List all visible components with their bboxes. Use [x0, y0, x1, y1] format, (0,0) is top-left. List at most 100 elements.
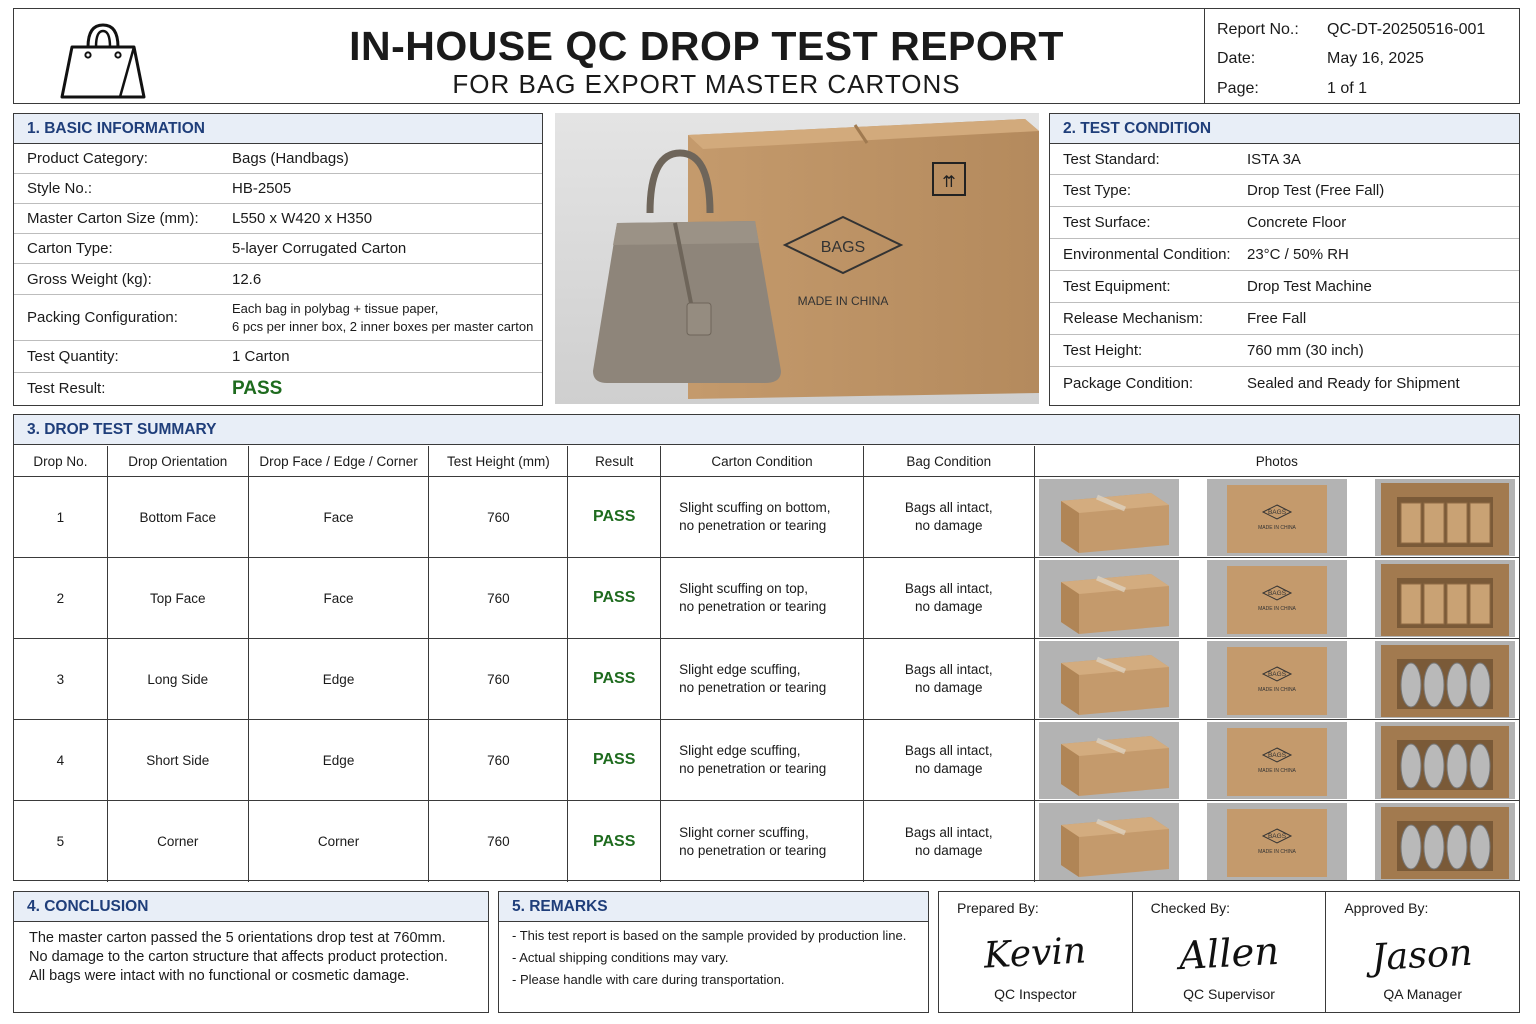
table-body: 1 Bottom Face Face 760 PASS Slight scuffing o…: [14, 477, 1519, 882]
open-carton-photo: [1374, 559, 1515, 637]
carton-photo: [1038, 478, 1179, 556]
carton-photo: BAGS MADE IN CHINA: [1206, 803, 1347, 880]
open-carton-photo: [1374, 803, 1515, 880]
kv-row: Environmental Condition: 23°C / 50% RH: [1050, 239, 1519, 271]
table-header-row: Drop No. Drop Orientation Drop Face / Ed…: [14, 446, 1519, 477]
open-carton-photo: [1374, 478, 1515, 556]
test-condition-section: 2. TEST CONDITION Test Standard: ISTA 3A …: [1049, 113, 1520, 406]
meta-page: Page: 1 of 1: [1217, 79, 1368, 97]
column-header: Result: [568, 446, 662, 476]
table-row: 2 Top Face Face 760 PASS Slight scuffing on t…: [14, 558, 1519, 639]
carton-photo: BAGS MADE IN CHINA: [1206, 559, 1347, 637]
drop-type-cell: Edge: [249, 720, 430, 800]
signature-prepared: Prepared By: Kevin QC Inspector: [939, 892, 1133, 1012]
report-header: IN-HOUSE QC DROP TEST REPORT FOR BAG EXP…: [13, 8, 1520, 104]
column-header: Photos: [1255, 453, 1298, 469]
bag-condition-cell: Bags all intact, no damage: [864, 720, 1035, 800]
test-result-badge: PASS: [232, 377, 283, 399]
result-cell: PASS: [568, 558, 662, 638]
conclusion-text: The master carton passed the 5 orientati…: [29, 930, 448, 984]
kv-row: Test Surface: Concrete Floor: [1050, 207, 1519, 239]
table-row: 3 Long Side Edge 760 PASS Slight edge scuffin…: [14, 639, 1519, 720]
carton-photo: BAGS MADE IN CHINA: [1206, 721, 1347, 799]
height-cell: 760: [429, 477, 569, 557]
kv-row: Carton Type: 5-layer Corrugated Carton: [14, 234, 542, 264]
section-heading: 5. REMARKS: [499, 892, 928, 922]
svg-text:BAGS: BAGS: [1268, 590, 1287, 597]
open-carton-photo: [1374, 721, 1515, 799]
bag-condition-cell: Bags all intact, no damage: [864, 558, 1035, 638]
orientation-cell: Top Face: [108, 558, 249, 638]
meta-report-no: Report No.: QC-DT-20250516-001: [1217, 20, 1486, 38]
column-header: Bag Condition: [864, 446, 1035, 476]
svg-text:BAGS: BAGS: [1268, 509, 1287, 516]
section-heading: 2. TEST CONDITION: [1050, 114, 1519, 144]
svg-text:⇈: ⇈: [942, 172, 955, 191]
svg-text:MADE IN CHINA: MADE IN CHINA: [1258, 606, 1296, 612]
remark-item: - Actual shipping conditions may vary.: [512, 950, 729, 965]
orientation-cell: Bottom Face: [108, 477, 249, 557]
kv-row: Release Mechanism: Free Fall: [1050, 303, 1519, 335]
section-heading: 1. BASIC INFORMATION: [14, 114, 542, 144]
photos-cell: BAGS MADE IN CHINA: [1035, 477, 1519, 557]
svg-text:MADE IN CHINA: MADE IN CHINA: [1258, 525, 1296, 531]
kv-row: Packing Configuration: Each bag in polyba…: [14, 295, 542, 341]
remark-item: - Please handle with care during transpo…: [512, 972, 785, 987]
height-cell: 760: [429, 639, 569, 719]
svg-text:BAGS: BAGS: [1268, 752, 1287, 759]
carton-condition-cell: Slight scuffing on top, no penetration or…: [661, 558, 864, 638]
bag-condition-cell: Bags all intact, no damage: [864, 801, 1035, 882]
drop-type-cell: Face: [249, 477, 430, 557]
result-cell: PASS: [568, 477, 662, 557]
drop-type-cell: Face: [249, 558, 430, 638]
drop-test-table: Drop No. Drop Orientation Drop Face / Ed…: [14, 446, 1519, 882]
drop-no-cell: 1: [14, 477, 108, 557]
column-header: Test Height (mm): [429, 446, 569, 476]
photos-cell: BAGS MADE IN CHINA: [1035, 720, 1519, 800]
kv-row: Test Quantity: 1 Carton: [14, 341, 542, 373]
kv-row: Package Condition: Sealed and Ready for S…: [1063, 374, 1460, 392]
photos-cell: BAGS MADE IN CHINA: [1035, 801, 1519, 882]
open-carton-photo: [1374, 640, 1515, 718]
kv-row: Test Height: 760 mm (30 inch): [1050, 335, 1519, 367]
kv-row: Product Category: Bags (Handbags): [14, 144, 542, 174]
orientation-cell: Corner: [108, 801, 249, 882]
signature-approved: Approved By: Jason QA Manager: [1326, 892, 1519, 1012]
kv-row: Style No.: HB-2505: [14, 174, 542, 204]
section-heading: 4. CONCLUSION: [14, 892, 488, 922]
result-cell: PASS: [568, 639, 662, 719]
drop-no-cell: 2: [14, 558, 108, 638]
svg-text:BAGS: BAGS: [1268, 833, 1287, 840]
bag-condition-cell: Bags all intact, no damage: [864, 477, 1035, 557]
remark-item: - This test report is based on the sampl…: [512, 928, 907, 943]
svg-text:Jason: Jason: [1364, 931, 1474, 980]
section-heading: 3. DROP TEST SUMMARY: [14, 415, 1519, 445]
height-cell: 760: [429, 558, 569, 638]
drop-type-cell: Edge: [249, 639, 430, 719]
photos-cell: BAGS MADE IN CHINA: [1035, 558, 1519, 638]
page-title: IN-HOUSE QC DROP TEST REPORT: [349, 23, 1064, 69]
carton-condition-cell: Slight edge scuffing, no penetration or t…: [661, 639, 864, 719]
signature-jason: Jason: [1364, 931, 1474, 980]
carton-condition-cell: Slight corner scuffing, no penetration or…: [661, 801, 864, 882]
conclusion-section: 4. CONCLUSION The master carton passed t…: [13, 891, 489, 1013]
page-subtitle: FOR BAG EXPORT MASTER CARTONS: [452, 69, 961, 99]
handbag-icon: [60, 23, 146, 99]
table-row: 4 Short Side Edge 760 PASS Slight edge scuffi…: [14, 720, 1519, 801]
basic-information-section: 1. BASIC INFORMATION Product Category: Ba…: [13, 113, 543, 406]
carton-photo: [1038, 640, 1179, 718]
carton-photo: BAGS MADE IN CHINA: [1206, 640, 1347, 718]
carton-photo: BAGS MADE IN CHINA: [1206, 478, 1347, 556]
carton-photo: [1038, 559, 1179, 637]
carton-print-origin: MADE IN CHINA: [798, 294, 889, 308]
result-cell: PASS: [568, 801, 662, 882]
carton-print-text: BAGS: [821, 239, 865, 256]
kv-row: Test Type: Drop Test (Free Fall): [1050, 175, 1519, 207]
product-photo: ⇈ BAGS MADE IN CHINA: [555, 113, 1039, 404]
table-row: 1 Bottom Face Face 760 PASS Slight scuffing o…: [14, 477, 1519, 558]
column-header: Drop No.: [14, 446, 108, 476]
result-cell: PASS: [568, 720, 662, 800]
signature-block: Prepared By: Kevin QC Inspector Checked …: [938, 891, 1520, 1013]
kv-row: Test Standard: ISTA 3A: [1050, 144, 1519, 175]
svg-text:MADE IN CHINA: MADE IN CHINA: [1258, 768, 1296, 774]
